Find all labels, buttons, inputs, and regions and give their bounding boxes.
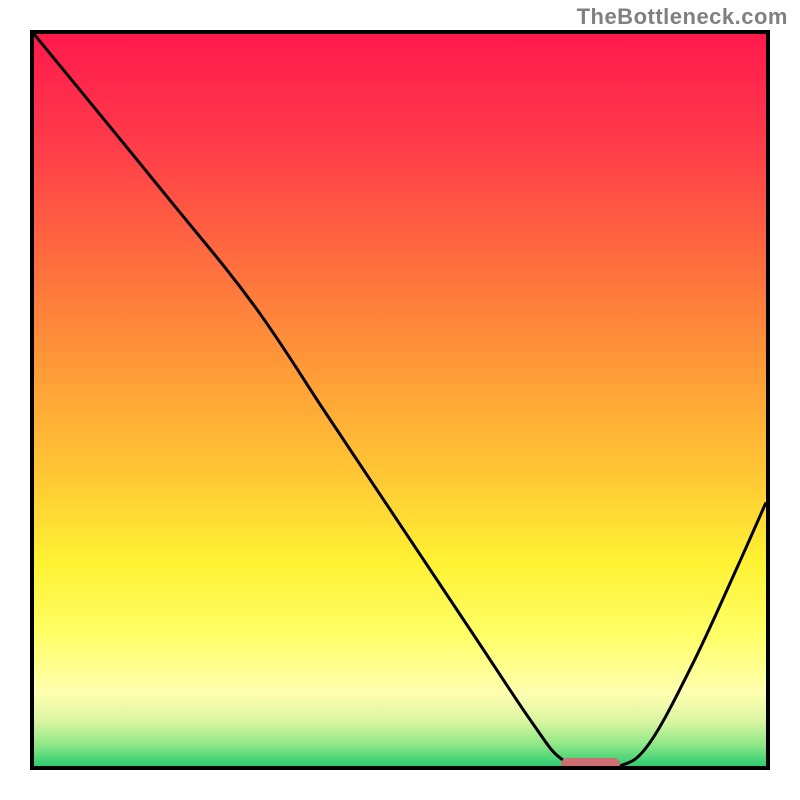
watermark-label: TheBottleneck.com xyxy=(577,4,788,30)
bottleneck-curve xyxy=(34,34,766,766)
chart-container: TheBottleneck.com xyxy=(0,0,800,800)
optimal-range-marker xyxy=(561,758,620,770)
chart-plot-area xyxy=(30,30,770,770)
